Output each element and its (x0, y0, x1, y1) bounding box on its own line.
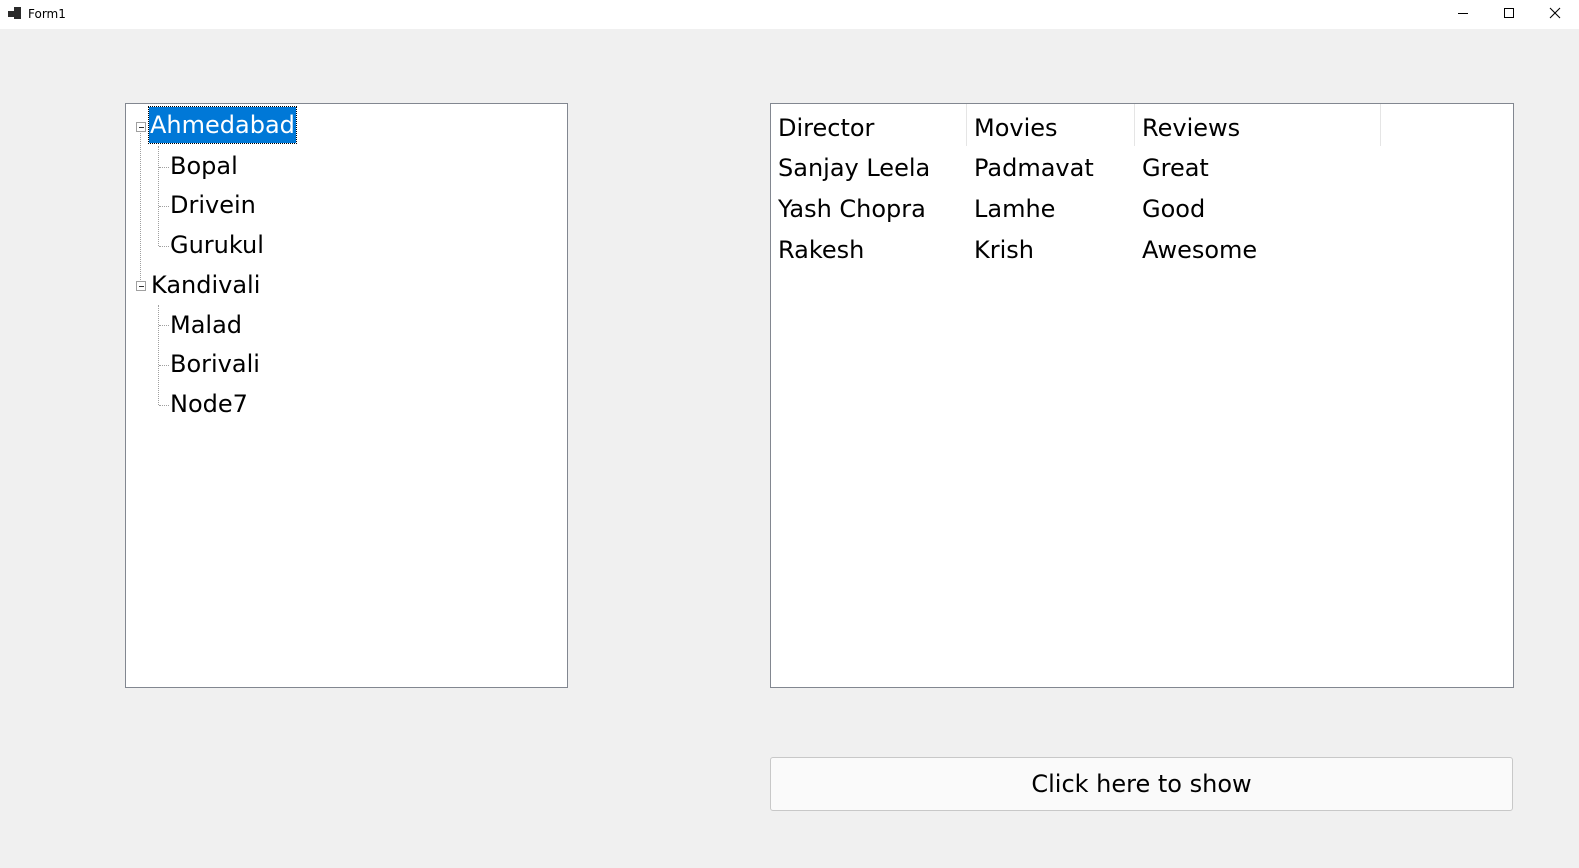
column-header-reviews[interactable]: Reviews (1135, 104, 1381, 146)
tree-connector (158, 146, 159, 246)
cell-director: Yash Chopra (778, 195, 926, 223)
table-row[interactable]: Yash Chopra Lamhe Good (771, 189, 1513, 229)
tree-connector (159, 167, 169, 168)
list-view[interactable]: Director Movies Reviews Sanjay Leela Pad… (770, 103, 1514, 688)
close-button[interactable] (1532, 0, 1578, 29)
show-button[interactable]: Click here to show (770, 757, 1513, 811)
tree-connector (159, 246, 169, 247)
tree-node-ahmedabad[interactable]: Ahmedabad (148, 106, 297, 144)
maximize-icon (1504, 8, 1514, 18)
tree-connector (159, 405, 169, 406)
tree-node-bopal[interactable]: Bopal (170, 148, 238, 184)
cell-director: Sanjay Leela (778, 154, 931, 182)
window-title: Form1 (28, 7, 66, 21)
table-row[interactable]: Sanjay Leela Padmavat Great (771, 148, 1513, 188)
collapse-icon[interactable] (136, 122, 146, 132)
minimize-icon (1458, 13, 1468, 14)
tree-node-borivali[interactable]: Borivali (170, 346, 260, 382)
tree-connector (159, 365, 169, 366)
cell-movie: Krish (974, 236, 1034, 264)
collapse-icon[interactable] (136, 281, 146, 291)
column-header-movies[interactable]: Movies (967, 104, 1135, 146)
tree-node-kandivali[interactable]: Kandivali (151, 267, 260, 303)
tree-node-drivein[interactable]: Drivein (170, 187, 256, 223)
maximize-button[interactable] (1486, 0, 1532, 29)
column-header-director[interactable]: Director (771, 104, 967, 146)
cell-review: Awesome (1142, 236, 1258, 264)
tree-connector (158, 305, 159, 405)
table-row[interactable]: Rakesh Krish Awesome (771, 230, 1513, 270)
tree-view[interactable]: Ahmedabad Bopal Drivein Gurukul Kandival… (125, 103, 568, 688)
tree-node-node7[interactable]: Node7 (170, 386, 248, 422)
tree-connector (159, 325, 169, 326)
cell-director: Rakesh (778, 236, 865, 264)
tree-node-gurukul[interactable]: Gurukul (170, 227, 264, 263)
cell-review: Good (1142, 195, 1206, 223)
cell-review: Great (1142, 154, 1209, 182)
app-icon (8, 7, 22, 21)
tree-connector (159, 206, 169, 207)
cell-movie: Padmavat (974, 154, 1094, 182)
tree-connector (140, 126, 141, 286)
tree-node-malad[interactable]: Malad (170, 307, 242, 343)
title-bar: Form1 (0, 0, 1579, 29)
close-icon (1549, 7, 1561, 19)
minimize-button[interactable] (1440, 0, 1486, 29)
cell-movie: Lamhe (974, 195, 1056, 223)
